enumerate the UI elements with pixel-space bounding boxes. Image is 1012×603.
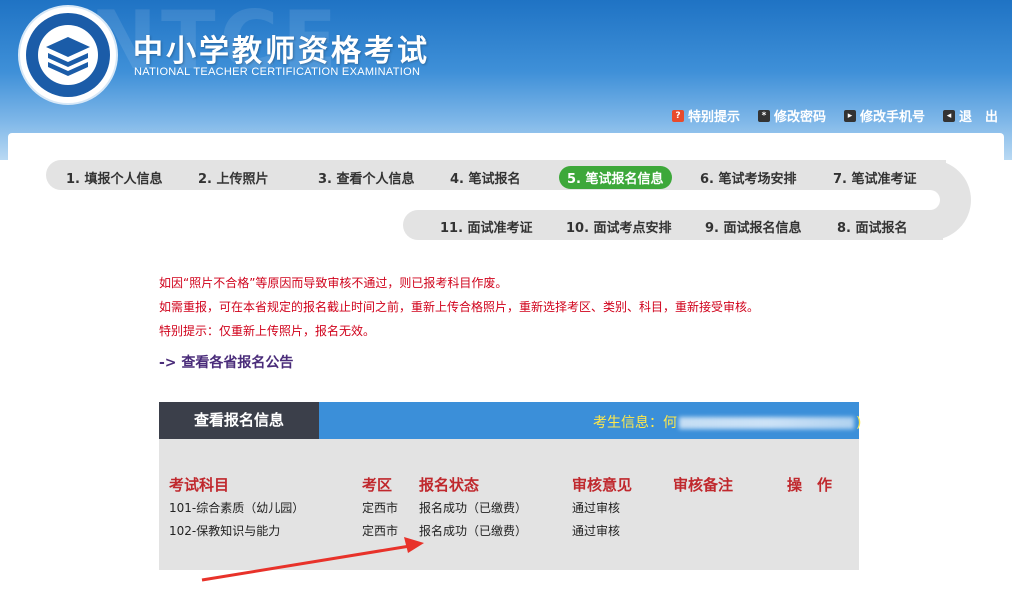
- annotation-arrow-icon: [201, 537, 424, 582]
